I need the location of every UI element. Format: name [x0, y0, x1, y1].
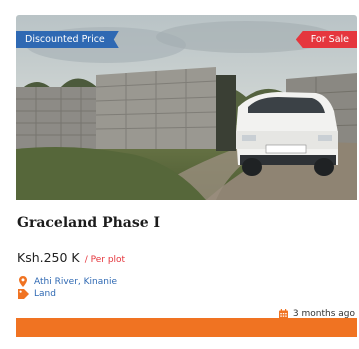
listing-title[interactable]: Graceland Phase I: [17, 215, 160, 231]
listing-card[interactable]: Discounted Price For Sale Graceland Phas…: [16, 15, 357, 349]
tag-icon: [17, 289, 29, 299]
price-unit: / Per plot: [84, 255, 126, 265]
for-sale-badge: For Sale: [295, 31, 357, 48]
discounted-price-badge: Discounted Price: [16, 31, 119, 48]
map-pin-icon: [17, 276, 29, 287]
property-photo[interactable]: Discounted Price For Sale: [16, 15, 357, 200]
location-text[interactable]: Athi River, Kinanie: [34, 277, 117, 287]
property-type-row[interactable]: Land: [17, 289, 56, 299]
price-row: Ksh.250 K / Per plot: [17, 247, 125, 266]
property-type-text[interactable]: Land: [34, 289, 56, 299]
card-footer-bar: [16, 318, 357, 337]
location-row[interactable]: Athi River, Kinanie: [17, 276, 117, 287]
listing-price: Ksh.250 K: [17, 250, 80, 265]
